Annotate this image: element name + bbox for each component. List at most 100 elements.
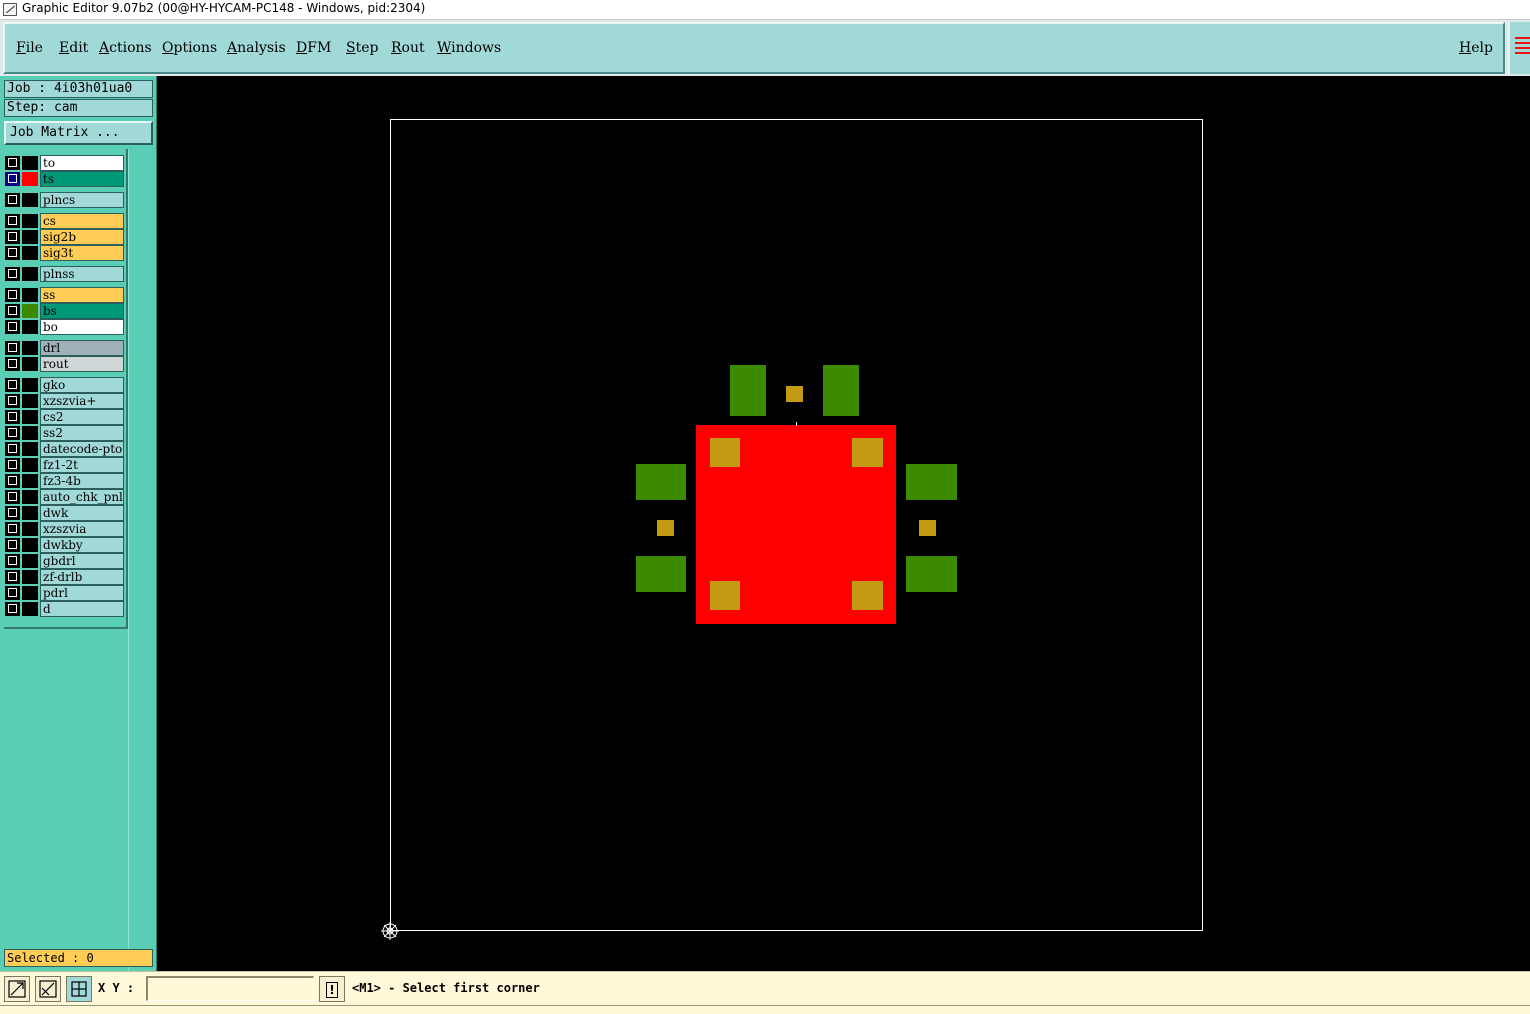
layer-row-bs[interactable]: bs — [4, 303, 124, 319]
layer-color-swatch[interactable] — [22, 156, 38, 170]
layer-checkbox[interactable] — [5, 586, 20, 600]
layer-color-swatch[interactable] — [22, 357, 38, 371]
layer-name[interactable]: plnss — [40, 266, 124, 282]
layer-checkbox[interactable] — [5, 554, 20, 568]
layer-checkbox[interactable] — [5, 426, 20, 440]
layer-row-d[interactable]: d — [4, 601, 124, 617]
layer-name[interactable]: drl — [40, 340, 124, 356]
layer-row-plncs[interactable]: plncs — [4, 192, 124, 208]
layer-checkbox[interactable] — [5, 490, 20, 504]
layer-name[interactable]: auto_chk_pnl — [40, 489, 124, 505]
layer-name[interactable]: cs — [40, 213, 124, 229]
layer-color-swatch[interactable] — [22, 267, 38, 281]
layer-checkbox[interactable] — [5, 442, 20, 456]
layer-row-ss2[interactable]: ss2 — [4, 425, 124, 441]
layer-checkbox[interactable] — [5, 538, 20, 552]
layer-row-datecode-pto[interactable]: datecode-pto — [4, 441, 124, 457]
layer-checkbox[interactable] — [5, 193, 20, 207]
menu-windows[interactable]: Windows — [437, 40, 501, 56]
layer-row-auto-chk-pnl[interactable]: auto_chk_pnl — [4, 489, 124, 505]
layer-name[interactable]: bo — [40, 319, 124, 335]
layer-checkbox[interactable] — [5, 214, 20, 228]
layer-name[interactable]: rout — [40, 356, 124, 372]
layer-checkbox[interactable] — [5, 570, 20, 584]
graphic-canvas[interactable] — [157, 76, 1530, 971]
menu-edit[interactable]: Edit — [59, 40, 88, 56]
layer-checkbox[interactable] — [5, 394, 20, 408]
job-matrix-button[interactable]: Job Matrix ... — [4, 121, 153, 145]
layer-color-swatch[interactable] — [22, 214, 38, 228]
layer-name[interactable]: datecode-pto — [40, 441, 124, 457]
layer-color-swatch[interactable] — [22, 320, 38, 334]
layer-name[interactable]: bs — [40, 303, 124, 319]
layer-row-to[interactable]: to — [4, 155, 124, 171]
layer-color-swatch[interactable] — [22, 570, 38, 584]
layer-color-swatch[interactable] — [22, 394, 38, 408]
layer-row-dwk[interactable]: dwk — [4, 505, 124, 521]
layer-color-swatch[interactable] — [22, 172, 38, 186]
layer-color-swatch[interactable] — [22, 602, 38, 616]
layer-list-scrollbar[interactable] — [128, 149, 153, 1014]
layer-color-swatch[interactable] — [22, 506, 38, 520]
layer-color-swatch[interactable] — [22, 442, 38, 456]
layer-row-gko[interactable]: gko — [4, 377, 124, 393]
layer-name[interactable]: fz1-2t — [40, 457, 124, 473]
layer-checkbox[interactable] — [5, 172, 20, 186]
menu-rout[interactable]: Rout — [391, 40, 425, 56]
layer-checkbox[interactable] — [5, 410, 20, 424]
layer-name[interactable]: cs2 — [40, 409, 124, 425]
layer-checkbox[interactable] — [5, 506, 20, 520]
layer-checkbox[interactable] — [5, 522, 20, 536]
layer-row-fz1-2t[interactable]: fz1-2t — [4, 457, 124, 473]
layer-color-swatch[interactable] — [22, 304, 38, 318]
layer-name[interactable]: sig2b — [40, 229, 124, 245]
layer-row-cs2[interactable]: cs2 — [4, 409, 124, 425]
layer-row-cs[interactable]: cs — [4, 213, 124, 229]
layer-row-ts[interactable]: ts — [4, 171, 124, 187]
layer-row-xzszvia-[interactable]: xzszvia+ — [4, 393, 124, 409]
layer-color-swatch[interactable] — [22, 230, 38, 244]
layer-name[interactable]: pdrl — [40, 585, 124, 601]
layer-name[interactable]: xzszvia — [40, 521, 124, 537]
layer-checkbox[interactable] — [5, 341, 20, 355]
xy-input[interactable] — [146, 976, 314, 1001]
layer-name[interactable]: fz3-4b — [40, 473, 124, 489]
layer-checkbox[interactable] — [5, 288, 20, 302]
layer-row-xzszvia[interactable]: xzszvia — [4, 521, 124, 537]
layer-color-swatch[interactable] — [22, 246, 38, 260]
zoom-area-button[interactable] — [4, 976, 30, 1002]
layer-name[interactable]: sig3t — [40, 245, 124, 261]
layer-checkbox[interactable] — [5, 320, 20, 334]
layer-checkbox[interactable] — [5, 246, 20, 260]
layer-color-swatch[interactable] — [22, 341, 38, 355]
layer-color-swatch[interactable] — [22, 410, 38, 424]
menu-help[interactable]: Help — [1459, 40, 1493, 56]
layer-checkbox[interactable] — [5, 458, 20, 472]
menu-actions[interactable]: Actions — [99, 40, 152, 56]
menu-step[interactable]: Step — [346, 40, 378, 56]
layer-row-pdrl[interactable]: pdrl — [4, 585, 124, 601]
layer-checkbox[interactable] — [5, 378, 20, 392]
measure-button[interactable] — [35, 976, 61, 1002]
layer-name[interactable]: ss — [40, 287, 124, 303]
layer-name[interactable]: plncs — [40, 192, 124, 208]
layer-checkbox[interactable] — [5, 230, 20, 244]
layer-checkbox[interactable] — [5, 267, 20, 281]
layer-name[interactable]: to — [40, 155, 124, 171]
layer-color-swatch[interactable] — [22, 554, 38, 568]
layer-row-fz3-4b[interactable]: fz3-4b — [4, 473, 124, 489]
layer-color-swatch[interactable] — [22, 490, 38, 504]
layer-row-plnss[interactable]: plnss — [4, 266, 124, 282]
layer-row-rout[interactable]: rout — [4, 356, 124, 372]
layer-checkbox[interactable] — [5, 602, 20, 616]
layer-row-bo[interactable]: bo — [4, 319, 124, 335]
layer-color-swatch[interactable] — [22, 458, 38, 472]
layer-color-swatch[interactable] — [22, 378, 38, 392]
layer-row-zf-drlb[interactable]: zf-drlb — [4, 569, 124, 585]
layer-color-swatch[interactable] — [22, 586, 38, 600]
layer-name[interactable]: d — [40, 601, 124, 617]
layer-row-gbdrl[interactable]: gbdrl — [4, 553, 124, 569]
layer-name[interactable]: gko — [40, 377, 124, 393]
alert-button[interactable]: ! — [319, 976, 345, 1002]
layer-checkbox[interactable] — [5, 357, 20, 371]
